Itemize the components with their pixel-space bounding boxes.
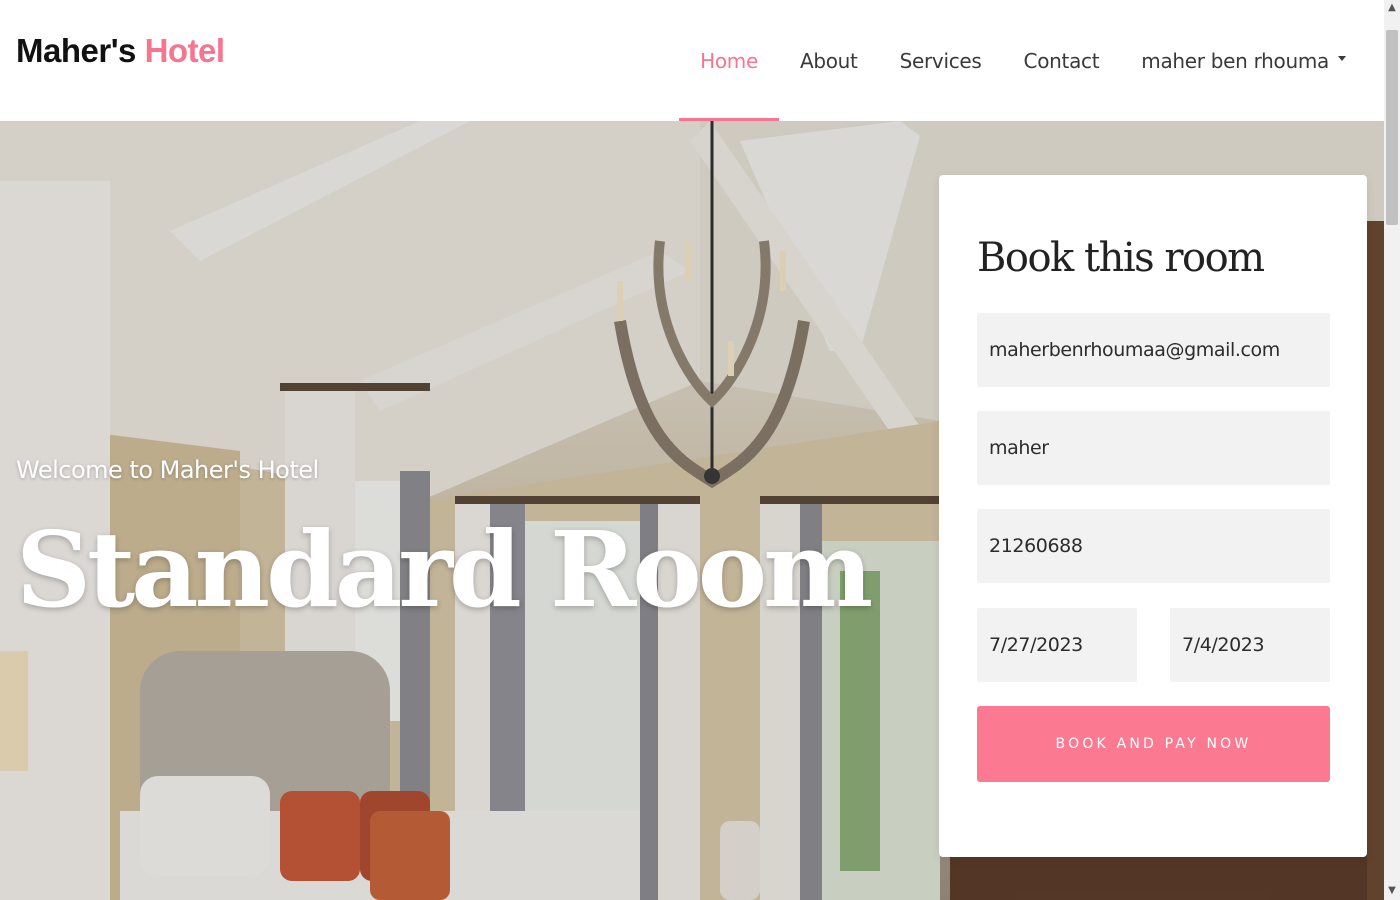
scroll-thumb[interactable] [1386,30,1398,225]
check-in-field[interactable]: 7/27/2023 [977,608,1137,682]
nav-about[interactable]: About [779,0,879,121]
main-nav: Home About Services Contact maher ben rh… [679,0,1384,121]
booking-card: Book this room maherbenrhoumaa@gmail.com… [939,175,1367,857]
nav-contact[interactable]: Contact [1003,0,1121,121]
caret-down-icon [1338,56,1346,61]
brand-name: Maher's [16,32,136,69]
user-menu[interactable]: maher ben rhouma [1120,0,1384,121]
site-header: Maher's Hotel Home About Services Contac… [0,0,1384,121]
nav-services[interactable]: Services [879,0,1003,121]
nav-home[interactable]: Home [679,0,779,121]
brand-logo[interactable]: Maher's Hotel [16,32,225,70]
check-out-field[interactable]: 7/4/2023 [1170,608,1330,682]
hero-welcome-text: Welcome to Maher's Hotel [16,456,319,484]
user-menu-label: maher ben rhouma [1141,48,1329,73]
book-and-pay-button[interactable]: BOOK AND PAY NOW [977,706,1330,782]
page-scrollbar[interactable]: ▲ ▼ [1384,0,1400,900]
booking-title: Book this room [977,235,1265,281]
name-field[interactable]: maher [977,411,1330,485]
arrow-down-icon[interactable]: ▼ [1387,886,1397,896]
brand-accent: Hotel [144,32,226,69]
hero-title: Standard Room [16,508,873,631]
arrow-up-icon[interactable]: ▲ [1387,3,1397,13]
email-field[interactable]: maherbenrhoumaa@gmail.com [977,313,1330,387]
phone-field[interactable]: 21260688 [977,509,1330,583]
